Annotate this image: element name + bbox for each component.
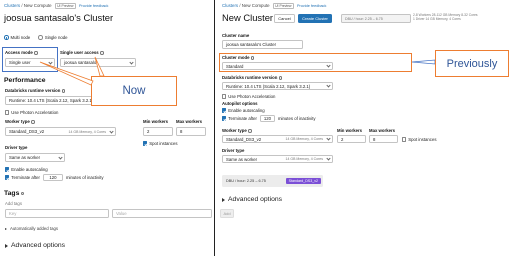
previously-callout: Previously [435,50,509,77]
previously-callout-arrow [411,59,436,65]
previously-arrow [411,59,436,65]
